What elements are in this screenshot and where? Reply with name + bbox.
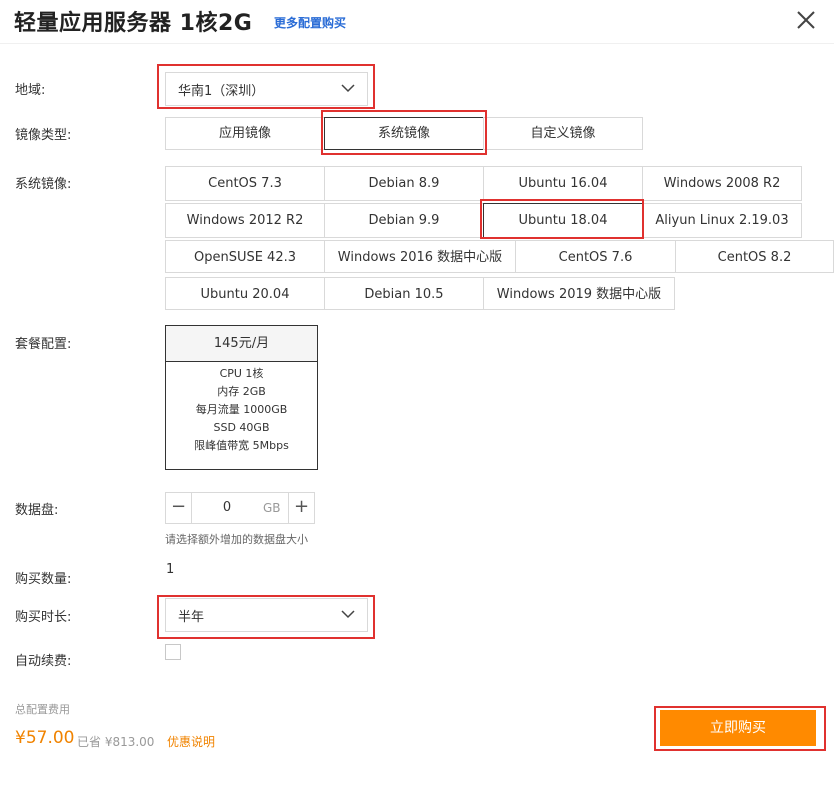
data-disk-hint: 请选择额外增加的数据盘大小 [165,533,308,546]
image-option-centos-7-3[interactable]: CentOS 7.3 [165,166,325,201]
total-cost-label: 总配置费用 [15,703,70,716]
package-bandwidth: 限峰值带宽 5Mbps [194,439,289,452]
image-option-windows-2012[interactable]: Windows 2012 R2 [165,203,325,238]
package-traffic: 每月流量 1000GB [195,403,288,416]
image-type-app[interactable]: 应用镜像 [165,117,325,150]
auto-renew-label: 自动续费: [15,654,72,669]
duration-value: 半年 [178,610,205,625]
region-value: 华南1（深圳） [178,84,265,99]
chevron-down-icon [341,610,355,619]
system-image-label: 系统镜像: [15,177,72,192]
image-type-custom[interactable]: 自定义镜像 [483,117,643,150]
package-specs: CPU 1核 内存 2GB 每月流量 1000GB SSD 40GB 限峰值带宽… [166,362,317,455]
image-option-ubuntu-16-04[interactable]: Ubuntu 16.04 [483,166,643,201]
package-card[interactable]: 145元/月 CPU 1核 内存 2GB 每月流量 1000GB SSD 40G… [165,325,318,470]
image-option-centos-7-6[interactable]: CentOS 7.6 [515,240,676,273]
quantity-value: 1 [166,562,175,577]
data-disk-label: 数据盘: [15,503,59,518]
data-disk-unit: GB [263,501,281,515]
image-option-debian-9-9[interactable]: Debian 9.9 [324,203,484,238]
region-select[interactable]: 华南1（深圳） [165,72,368,106]
total-price: ¥57.00 [15,728,75,748]
close-icon[interactable] [792,6,820,34]
package-label: 套餐配置: [15,337,72,352]
image-type-label: 镜像类型: [15,128,72,143]
data-disk-minus-button[interactable]: − [166,493,192,523]
data-disk-input[interactable]: 0 [192,493,262,523]
package-cpu: CPU 1核 [219,367,264,380]
image-option-debian-10-5[interactable]: Debian 10.5 [324,277,484,310]
image-option-windows-2016[interactable]: Windows 2016 数据中心版 [324,240,516,273]
image-option-windows-2008[interactable]: Windows 2008 R2 [642,166,802,201]
package-price: 145元/月 [166,326,317,362]
dialog-title: 轻量应用服务器 1核2G [14,11,253,36]
image-option-windows-2019[interactable]: Windows 2019 数据中心版 [483,277,675,310]
auto-renew-checkbox[interactable] [165,644,181,660]
duration-label: 购买时长: [15,610,72,625]
data-disk-stepper: − 0 GB + [165,492,315,524]
image-option-opensuse[interactable]: OpenSUSE 42.3 [165,240,325,273]
more-config-link[interactable]: 更多配置购买 [274,14,346,31]
quantity-label: 购买数量: [15,572,72,587]
buy-now-button[interactable]: 立即购买 [660,710,816,746]
image-option-ubuntu-20-04[interactable]: Ubuntu 20.04 [165,277,325,310]
package-memory: 内存 2GB [217,385,266,398]
image-option-ubuntu-18-04[interactable]: Ubuntu 18.04 [483,203,643,238]
region-label: 地域: [15,83,46,98]
image-option-debian-8-9[interactable]: Debian 8.9 [324,166,484,201]
image-option-centos-8-2[interactable]: CentOS 8.2 [675,240,834,273]
chevron-down-icon [341,84,355,93]
promo-link[interactable]: 优惠说明 [167,733,215,750]
dialog-header: 轻量应用服务器 1核2G 更多配置购买 [0,0,834,44]
duration-select[interactable]: 半年 [165,598,368,632]
package-ssd: SSD 40GB [213,421,270,434]
data-disk-plus-button[interactable]: + [288,493,314,523]
image-option-aliyun-linux[interactable]: Aliyun Linux 2.19.03 [642,203,802,238]
saved-amount: 已省 ¥813.00 [77,735,155,749]
image-type-system[interactable]: 系统镜像 [324,117,484,150]
